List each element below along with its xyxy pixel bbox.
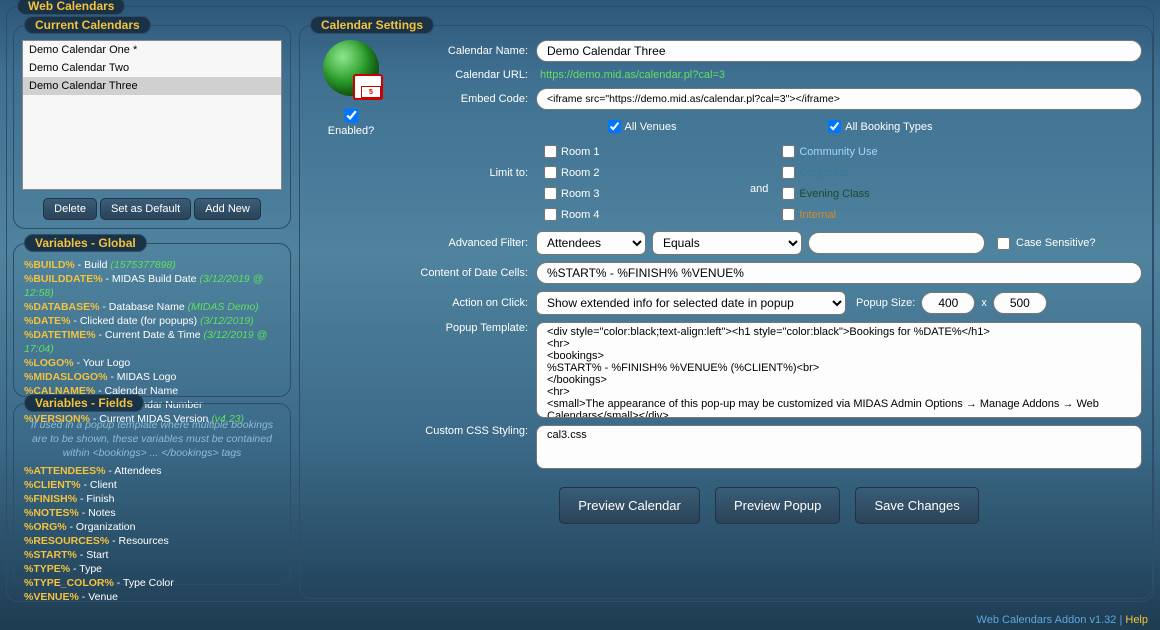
venue-checkbox[interactable] — [544, 208, 557, 221]
popup-x-label: x — [975, 297, 993, 309]
case-sensitive-checkbox[interactable] — [997, 237, 1010, 250]
embed-code-label: Embed Code: — [396, 93, 536, 105]
content-date-cells-label: Content of Date Cells: — [396, 267, 536, 279]
variable-row: %TYPE% - Type — [24, 562, 280, 576]
calendar-list-item[interactable]: Demo Calendar Three — [23, 77, 281, 95]
variable-row: %LOGO% - Your Logo — [24, 356, 280, 370]
save-changes-button[interactable]: Save Changes — [855, 487, 978, 524]
preview-popup-button[interactable]: Preview Popup — [715, 487, 840, 524]
footer: Web Calendars Addon v1.32 | Help — [977, 614, 1148, 626]
current-calendars-title: Current Calendars — [24, 16, 151, 34]
variables-global-title: Variables - Global — [24, 234, 147, 252]
filter-value-input[interactable] — [808, 232, 985, 254]
current-calendars-panel: Current Calendars Demo Calendar One *Dem… — [13, 25, 291, 229]
action-on-click-select[interactable]: Show extended info for selected date in … — [536, 291, 846, 315]
variable-row: %ATTENDEES% - Attendees — [24, 464, 280, 478]
venue-item[interactable]: Room 2 — [540, 162, 744, 183]
variables-fields-note: If used in a popup template where multip… — [24, 418, 280, 460]
venue-checkbox[interactable] — [544, 166, 557, 179]
help-link[interactable]: Help — [1125, 614, 1148, 626]
calendar-settings-title: Calendar Settings — [310, 16, 434, 34]
venue-checkbox[interactable] — [544, 187, 557, 200]
variable-row: %VENUE% - Venue — [24, 590, 280, 604]
set-default-button[interactable]: Set as Default — [100, 198, 191, 220]
booking-type-checkbox[interactable] — [782, 166, 795, 179]
all-booking-types-checkbox[interactable] — [828, 120, 841, 133]
variable-row: %DATABASE% - Database Name (MIDAS Demo) — [24, 300, 280, 314]
variables-fields-panel: Variables - Fields If used in a popup te… — [13, 403, 291, 585]
variable-row: %FINISH% - Finish — [24, 492, 280, 506]
venue-list[interactable]: Room 1 Room 2 Room 3 Room 4 Room 5 — [536, 139, 744, 223]
action-on-click-label: Action on Click: — [396, 297, 536, 309]
calendar-url-label: Calendar URL: — [396, 69, 536, 81]
variable-row: %DATE% - Clicked date (for popups) (3/12… — [24, 314, 280, 328]
variable-row: %START% - Start — [24, 548, 280, 562]
action-buttons: Preview Calendar Preview Popup Save Chan… — [396, 487, 1142, 524]
footer-version: Web Calendars Addon v1.32 — [977, 614, 1117, 626]
variable-row: %BUILD% - Build (1575377898) — [24, 258, 280, 272]
add-new-button[interactable]: Add New — [194, 198, 261, 220]
limit-to-label: Limit to: — [396, 117, 536, 179]
venue-checkbox[interactable] — [544, 145, 557, 158]
all-venues-label: All Venues — [625, 121, 677, 133]
case-sensitive-label: Case Sensitive? — [1016, 237, 1096, 249]
venue-item[interactable]: Room 4 — [540, 204, 744, 223]
web-calendars-title: Web Calendars — [17, 0, 125, 15]
variable-row: %RESOURCES% - Resources — [24, 534, 280, 548]
calendar-list-buttons: Delete Set as Default Add New — [14, 198, 290, 220]
booking-type-item[interactable]: Corporate — [778, 162, 982, 183]
variables-fields-title: Variables - Fields — [24, 394, 144, 412]
popup-width-input[interactable] — [921, 292, 975, 314]
venue-item[interactable]: Room 3 — [540, 183, 744, 204]
booking-type-checkbox[interactable] — [782, 145, 795, 158]
booking-type-item[interactable]: Community Use — [778, 141, 982, 162]
calendar-list-item[interactable]: Demo Calendar One * — [23, 41, 281, 59]
variable-row: %BUILDDATE% - MIDAS Build Date (3/12/201… — [24, 272, 280, 300]
variable-row: %ORG% - Organization — [24, 520, 280, 534]
custom-css-input[interactable] — [536, 425, 1142, 469]
all-venues-checkbox[interactable] — [608, 120, 621, 133]
booking-type-checkbox[interactable] — [782, 208, 795, 221]
variable-row: %TYPE_COLOR% - Type Color — [24, 576, 280, 590]
and-label: and — [744, 145, 774, 195]
advanced-filter-label: Advanced Filter: — [396, 237, 536, 249]
variables-global-panel: Variables - Global %BUILD% - Build (1575… — [13, 243, 291, 397]
enabled-checkbox[interactable] — [344, 108, 358, 122]
calendar-settings-panel: Calendar Settings 5 Enabled? Calendar Na… — [299, 25, 1153, 599]
all-booking-types-label: All Booking Types — [845, 121, 932, 133]
variable-row: %MIDASLOGO% - MIDAS Logo — [24, 370, 280, 384]
filter-field-select[interactable]: Attendees — [536, 231, 646, 255]
content-date-cells-input[interactable] — [536, 262, 1142, 284]
popup-template-input[interactable] — [536, 322, 1142, 418]
booking-type-item[interactable]: Internal — [778, 204, 982, 223]
enabled-column: 5 Enabled? — [310, 40, 392, 137]
booking-type-item[interactable]: Evening Class — [778, 183, 982, 204]
custom-css-label: Custom CSS Styling: — [396, 425, 536, 437]
calendar-list-item[interactable]: Demo Calendar Two — [23, 59, 281, 77]
web-calendars-panel: Web Calendars Current Calendars Demo Cal… — [6, 6, 1154, 602]
calendar-name-input[interactable] — [536, 40, 1142, 62]
popup-template-label: Popup Template: — [396, 322, 536, 334]
popup-height-input[interactable] — [993, 292, 1047, 314]
globe-calendar-icon: 5 — [323, 40, 379, 96]
booking-type-checkbox[interactable] — [782, 187, 795, 200]
calendar-name-label: Calendar Name: — [396, 45, 536, 57]
calendar-list[interactable]: Demo Calendar One *Demo Calendar TwoDemo… — [22, 40, 282, 190]
venue-item[interactable]: Room 1 — [540, 141, 744, 162]
embed-code-input[interactable] — [536, 88, 1142, 110]
variables-fields-list: If used in a popup template where multip… — [24, 418, 280, 604]
booking-type-list[interactable]: Community Use Corporate Evening Class In… — [774, 139, 982, 223]
variable-row: %DATETIME% - Current Date & Time (3/12/2… — [24, 328, 280, 356]
delete-button[interactable]: Delete — [43, 198, 97, 220]
popup-size-label: Popup Size: — [856, 297, 915, 309]
enabled-label: Enabled? — [310, 125, 392, 137]
variable-row: %CLIENT% - Client — [24, 478, 280, 492]
calendar-url-value: https://demo.mid.as/calendar.pl?cal=3 — [536, 69, 725, 81]
filter-op-select[interactable]: Equals — [652, 231, 802, 255]
variable-row: %NOTES% - Notes — [24, 506, 280, 520]
preview-calendar-button[interactable]: Preview Calendar — [559, 487, 700, 524]
